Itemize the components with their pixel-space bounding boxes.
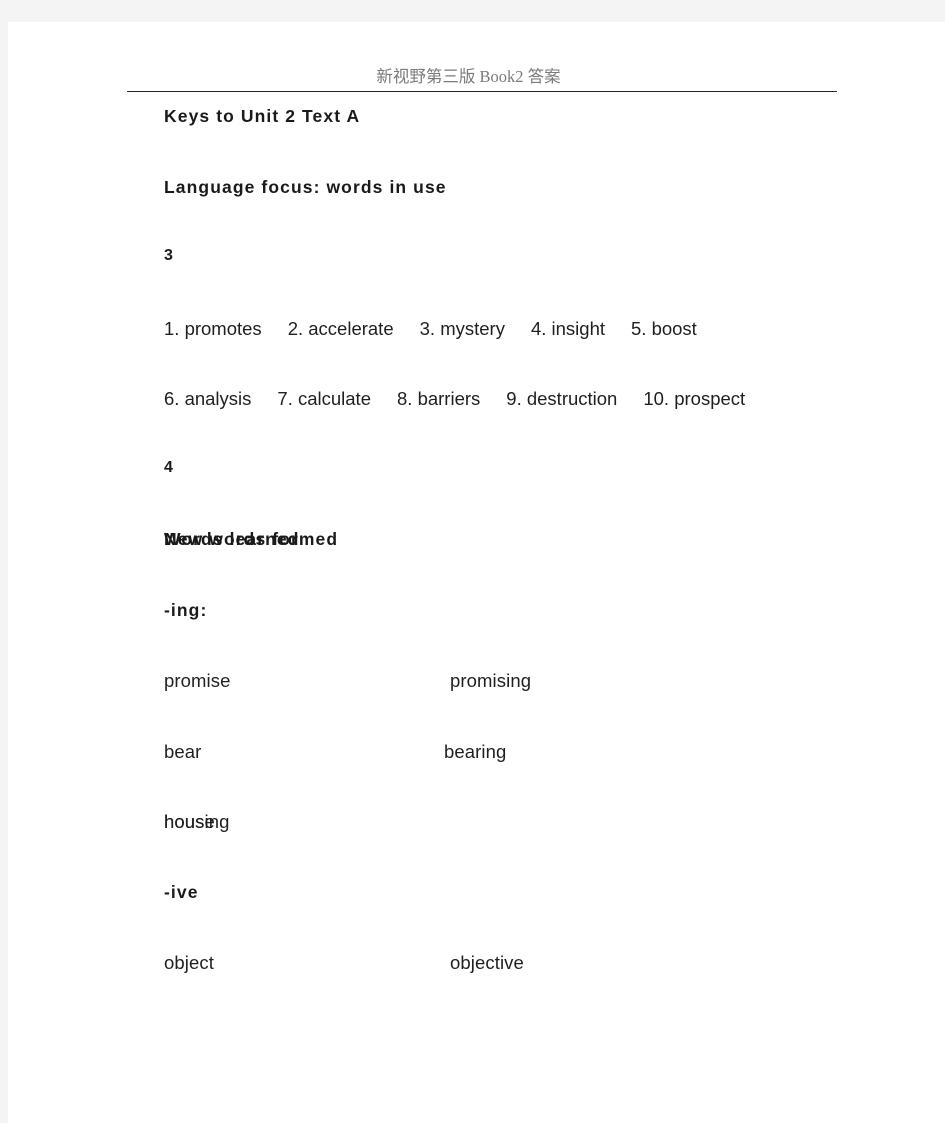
word-row-object: object objective	[164, 952, 924, 1023]
section-heading: Language focus: words in use	[164, 176, 447, 197]
running-header: 新视野第三版 Book2 答案	[8, 22, 945, 97]
word-row-house: house housing	[164, 811, 924, 882]
suffix-heading-ive: -ive	[164, 882, 924, 953]
word-formed: promising	[450, 670, 532, 691]
section-heading-line: Language focus: words in use	[164, 177, 924, 248]
answer-item: 2. accelerate	[287, 317, 394, 339]
answers-row: 1. promotes 2. accelerate 3. mystery 4. ins…	[164, 318, 697, 340]
suffix-label: -ing:	[164, 599, 208, 620]
suffix-label: -ive	[164, 881, 199, 902]
page-title: Keys to Unit 2 Text A	[164, 106, 361, 126]
document-body: Keys to Unit 2 Text A Language focus: wo…	[164, 106, 924, 1023]
word-learned: bear	[164, 740, 202, 762]
header-title: 新视野第三版 Book2 答案	[376, 67, 561, 86]
answer-item: 5. boost	[631, 317, 697, 339]
document-screenshot: 新视野第三版 Book2 答案 Keys to Unit 2 Text A La…	[0, 0, 945, 1123]
exercise-3-number: 3	[164, 247, 174, 264]
word-learned: object	[164, 952, 214, 973]
answer-item: 9. destruction	[506, 388, 618, 409]
word-formed: housing	[164, 811, 230, 832]
word-row-promise: promise promising	[164, 670, 924, 741]
answer-item: 6. analysis	[164, 388, 252, 409]
suffix-heading-ing: -ing:	[164, 600, 924, 671]
exercise-4-number: 4	[164, 458, 174, 476]
column-header-new-words-formed: New words formed	[164, 529, 339, 549]
answer-item: 10. prospect	[643, 388, 746, 409]
answer-item: 1. promotes	[164, 317, 262, 339]
word-learned: promise	[164, 670, 231, 691]
answer-item: 4. insight	[530, 317, 605, 339]
answer-item: 7. calculate	[277, 388, 371, 409]
answer-item: 3. mystery	[419, 317, 505, 339]
exercise-3-answers-row-2: 6. analysis 7. calculate 8. barriers 9. des…	[164, 388, 924, 459]
exercise-3-number-line: 3	[164, 247, 924, 318]
word-formed: bearing	[444, 740, 507, 762]
document-title-line: Keys to Unit 2 Text A	[164, 106, 924, 177]
header-rule	[127, 91, 837, 92]
answer-item: 8. barriers	[397, 388, 481, 409]
exercise-3-answers-row-1: 1. promotes 2. accelerate 3. mystery 4. ins…	[164, 318, 924, 389]
answers-row: 6. analysis 7. calculate 8. barriers 9. des…	[164, 388, 745, 410]
word-formed: objective	[450, 952, 524, 973]
word-row-bear: bear bearing	[164, 741, 924, 812]
word-table-header-row: Words learned New words formed	[164, 529, 924, 600]
document-page: 新视野第三版 Book2 答案 Keys to Unit 2 Text A La…	[8, 22, 945, 1123]
exercise-4-number-line: 4	[164, 459, 924, 530]
